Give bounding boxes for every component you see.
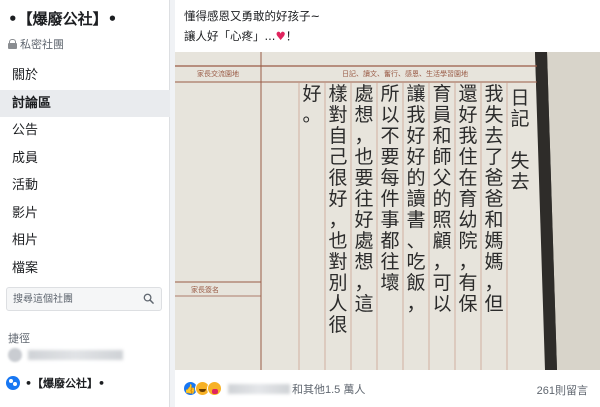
privacy-text: 私密社團 bbox=[20, 39, 64, 51]
group-sidebar: •【爆廢公社】• 私密社團 關於 討論區 公告 成員 活動 影片 相片 檔案 捷… bbox=[0, 0, 170, 407]
comment-count[interactable]: 261則留言 bbox=[537, 382, 588, 398]
nav-item-videos[interactable]: 影片 bbox=[0, 200, 170, 228]
post-caption: 懂得感恩又勇敢的好孩子~ 讓人好「心疼」...♥！ bbox=[184, 6, 320, 46]
nav-item-discussion[interactable]: 討論區 bbox=[0, 89, 170, 117]
notebook-photo: 家長交流園地 日記、讀文、奮行、感恩、生活學習園地 家長簽名 日記 失去我失去了… bbox=[175, 52, 600, 370]
photo-header-left: 家長交流園地 bbox=[197, 69, 239, 78]
nav-item-photos[interactable]: 相片 bbox=[0, 227, 170, 255]
group-search-box bbox=[6, 287, 162, 311]
blurred-reactor-names bbox=[228, 383, 290, 394]
nav-item-announcements[interactable]: 公告 bbox=[0, 117, 170, 145]
handwriting-column: 還好我住在育幼院，有保 bbox=[458, 83, 477, 315]
caption-line-2: 讓人好「心疼」...♥！ bbox=[184, 26, 320, 46]
caption-line-2-text: 讓人好「心疼」... bbox=[184, 29, 276, 43]
photo-header-right: 日記、讀文、奮行、感恩、生活學習園地 bbox=[342, 69, 468, 78]
nav-item-files[interactable]: 檔案 bbox=[0, 255, 170, 283]
nav-item-about[interactable]: 關於 bbox=[0, 62, 170, 90]
nav-item-events[interactable]: 活動 bbox=[0, 172, 170, 200]
lock-icon bbox=[8, 39, 17, 49]
handwriting-column: 我失去了爸爸和媽媽，但 bbox=[484, 83, 503, 315]
handwriting-column: 所以不要每件事都往壞 bbox=[380, 83, 399, 294]
handwriting-column: 好。 bbox=[302, 83, 321, 126]
caption-line-2-end: ！ bbox=[285, 29, 298, 43]
shortcuts-heading: 捷徑 bbox=[8, 332, 30, 345]
caption-line-1: 懂得感恩又勇敢的好孩子~ bbox=[184, 9, 321, 23]
group-name[interactable]: •【爆廢公社】• bbox=[8, 8, 117, 29]
handwriting-column: 讓我好好的讀書、吃飯， bbox=[406, 83, 425, 315]
shortcut-group-link[interactable]: •【爆廢公社】• bbox=[6, 375, 105, 391]
handwriting-column: 育員和師父的照顧，可以 bbox=[432, 83, 451, 315]
privacy-label: 私密社團 bbox=[8, 36, 64, 52]
blurred-shortcut[interactable] bbox=[8, 347, 158, 363]
handwriting-column: 處想，也要往好處想，這 bbox=[354, 83, 373, 315]
reaction-count[interactable]: 和其他1.5 萬人 bbox=[292, 381, 365, 397]
group-icon bbox=[6, 376, 20, 390]
group-nav: 關於 討論區 公告 成員 活動 影片 相片 檔案 bbox=[0, 62, 170, 282]
shortcut-group-name: •【爆廢公社】• bbox=[25, 377, 106, 390]
reaction-bar: 👍 和其他1.5 萬人 261則留言 bbox=[175, 370, 600, 407]
nav-item-members[interactable]: 成員 bbox=[0, 145, 170, 173]
group-post: 懂得感恩又勇敢的好孩子~ 讓人好「心疼」...♥！ 家長交流園地 日記、讀文、奮… bbox=[175, 0, 600, 407]
blurred-shortcut-name bbox=[28, 350, 123, 360]
group-search-input[interactable] bbox=[7, 288, 137, 310]
care-icon[interactable] bbox=[207, 381, 222, 396]
post-photo[interactable]: 家長交流園地 日記、讀文、奮行、感恩、生活學習園地 家長簽名 日記 失去 我失去了… bbox=[175, 52, 600, 370]
blurred-avatar bbox=[8, 348, 22, 362]
photo-footer-left: 家長簽名 bbox=[191, 285, 219, 294]
handwriting-column: 樣對自己很好，也對別人很 bbox=[328, 83, 347, 336]
search-icon[interactable] bbox=[143, 293, 154, 304]
heart-emoji: ♥ bbox=[275, 29, 286, 43]
